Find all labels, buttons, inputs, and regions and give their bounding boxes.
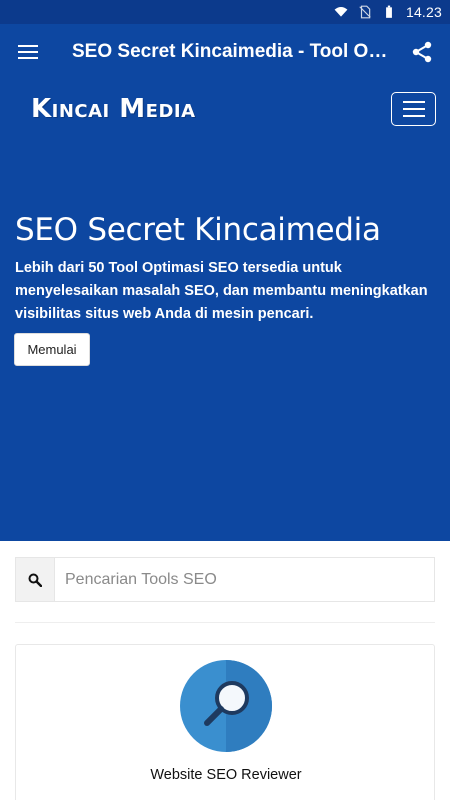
hero-title: SEO Secret Kincaimedia bbox=[15, 212, 381, 248]
share-button[interactable] bbox=[394, 24, 450, 80]
share-icon bbox=[412, 41, 432, 63]
start-button[interactable]: Memulai bbox=[14, 333, 90, 366]
search-button[interactable] bbox=[16, 558, 55, 601]
toggle-bar-icon bbox=[402, 115, 425, 117]
brand-logo[interactable]: Kincai Media bbox=[31, 94, 196, 124]
wifi-icon bbox=[334, 7, 348, 17]
divider bbox=[15, 622, 435, 623]
toggle-bar-icon bbox=[402, 101, 425, 103]
search-input[interactable] bbox=[55, 558, 434, 601]
search-bar bbox=[15, 557, 435, 602]
app-title: SEO Secret Kincaimedia - Tool Optimasi S… bbox=[72, 41, 394, 62]
hero-section: Kincai Media SEO Secret Kincaimedia Lebi… bbox=[0, 80, 450, 541]
magnifier-icon bbox=[180, 660, 272, 752]
toggle-bar-icon bbox=[402, 108, 425, 110]
app-bar: SEO Secret Kincaimedia - Tool Optimasi S… bbox=[0, 24, 450, 80]
tool-card[interactable]: Website SEO Reviewer bbox=[15, 644, 435, 800]
navbar-toggle-button[interactable] bbox=[391, 92, 436, 126]
clock: 14.23 bbox=[405, 4, 442, 20]
menu-button[interactable] bbox=[0, 24, 56, 80]
hamburger-menu-icon bbox=[18, 45, 38, 59]
status-bar: 14.23 bbox=[0, 0, 450, 24]
no-sim-icon bbox=[359, 5, 371, 19]
search-icon bbox=[28, 573, 42, 587]
battery-icon bbox=[386, 5, 392, 18]
hero-description: Lebih dari 50 Tool Optimasi SEO tersedia… bbox=[15, 260, 428, 322]
tool-name: Website SEO Reviewer bbox=[150, 767, 302, 783]
